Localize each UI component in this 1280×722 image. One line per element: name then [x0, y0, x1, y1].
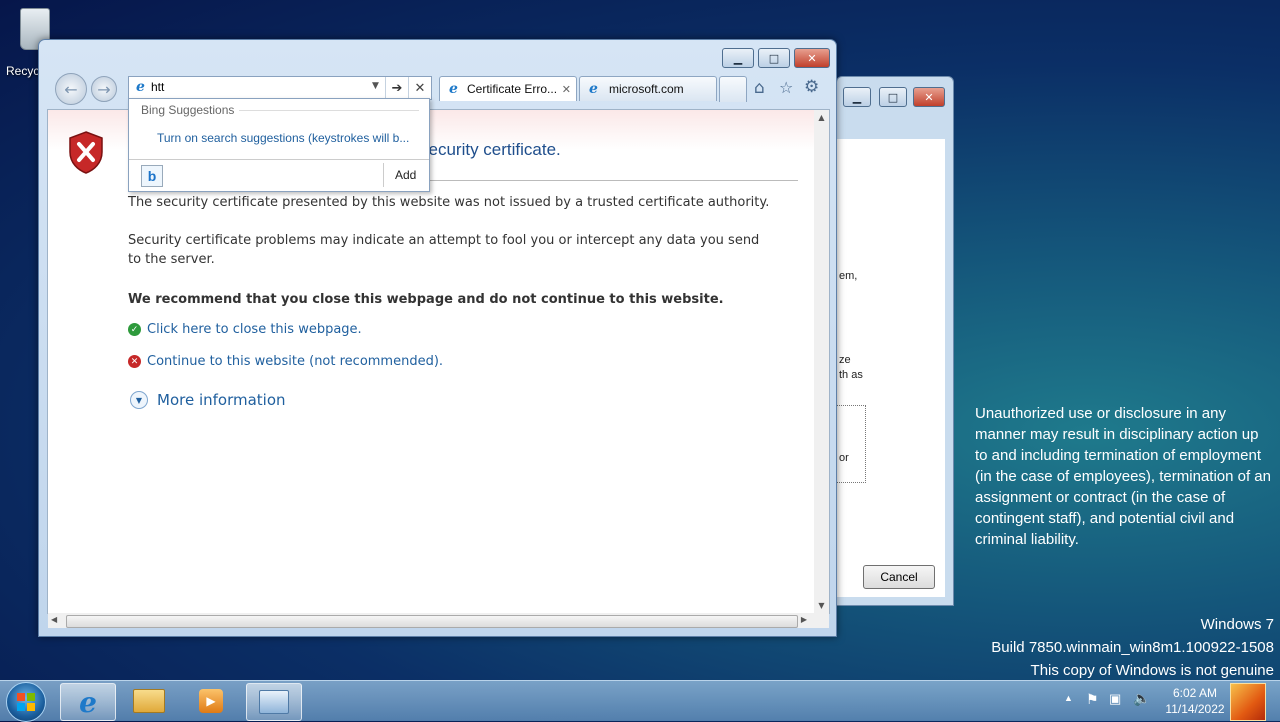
windows-logo-icon [17, 693, 35, 711]
continue-website-link[interactable]: ✕ Continue to this website (not recommen… [128, 354, 443, 369]
scroll-left-icon[interactable]: ◀ [51, 615, 57, 624]
ie-page-icon: e [136, 79, 145, 95]
page-title: security certificate. [420, 140, 561, 159]
maximize-button[interactable]: □ [879, 87, 907, 107]
horizontal-scroll-thumb[interactable] [66, 615, 798, 628]
minimize-button[interactable]: ▁ [843, 87, 871, 107]
taskbar-control-panel[interactable] [246, 683, 302, 721]
taskbar-media-player[interactable]: ▶ [184, 683, 238, 719]
scroll-right-icon[interactable]: ▶ [801, 615, 807, 624]
dropdown-arrow-icon[interactable]: ▼ [372, 81, 379, 91]
windows-watermark: Windows 7 Build 7850.winmain_win8m1.1009… [991, 613, 1274, 682]
add-provider-button[interactable]: Add [395, 168, 416, 182]
ie-page-icon: e [589, 80, 598, 97]
dialog-text-fragment: em, [839, 270, 858, 282]
clock-date: 11/14/2022 [1165, 702, 1225, 716]
horizontal-scrollbar[interactable]: ◀ ▶ [48, 613, 829, 628]
checkmark-shield-icon: ✓ [128, 323, 141, 336]
stop-icon[interactable]: ✕ [408, 77, 431, 99]
recommendation-text: We recommend that you close this webpage… [128, 292, 724, 307]
maximize-button[interactable]: □ [758, 48, 790, 68]
suggestions-header: Bing Suggestions [141, 103, 235, 117]
divider [239, 110, 419, 111]
divider [129, 159, 429, 160]
security-shield-icon [69, 131, 103, 174]
legal-notice: Unauthorized use or disclosure in any ma… [975, 405, 1271, 548]
description-text: The security certificate presented by th… [128, 195, 770, 210]
taskbar-internet-explorer[interactable]: e [60, 683, 116, 721]
tab-microsoft[interactable]: e microsoft.com [579, 76, 717, 101]
show-hidden-icons-arrow[interactable]: ▲ [1064, 693, 1073, 703]
start-button[interactable] [6, 682, 46, 722]
volume-muted-icon[interactable]: 🔈 [1133, 690, 1150, 707]
new-tab-button[interactable] [719, 76, 747, 102]
background-dialog-window[interactable]: ▁ □ ✕ em, ze th as or Cancel [836, 76, 954, 606]
vertical-scrollbar[interactable]: ▲ ▼ [814, 110, 829, 613]
divider [383, 163, 384, 187]
cancel-button[interactable]: Cancel [863, 565, 935, 589]
error-shield-icon: ✕ [128, 355, 141, 368]
control-panel-icon [259, 690, 289, 714]
clock-time: 6:02 AM [1172, 686, 1218, 700]
address-bar[interactable]: e ▼ ➔ ✕ [128, 76, 432, 100]
link-text: Click here to close this webpage. [147, 322, 362, 337]
tab-label: Certificate Erro... [467, 82, 558, 96]
internet-explorer-icon: e [79, 685, 97, 719]
close-button[interactable]: ✕ [794, 48, 830, 68]
tab-label: microsoft.com [609, 82, 684, 96]
favorites-star-icon[interactable]: ☆ [779, 78, 793, 97]
minimize-button[interactable]: ▁ [722, 48, 754, 68]
folder-icon [133, 689, 165, 713]
bing-icon[interactable]: b [141, 165, 163, 187]
dialog-text-fragment: th as [839, 369, 863, 381]
address-input[interactable] [151, 79, 371, 95]
go-arrow-icon[interactable]: ➔ [385, 77, 408, 99]
network-icon[interactable]: ▣ [1109, 691, 1121, 707]
back-arrow-icon: ← [64, 79, 78, 99]
close-button[interactable]: ✕ [913, 87, 945, 107]
scroll-up-icon[interactable]: ▲ [814, 113, 829, 122]
link-text: Continue to this website (not recommende… [147, 354, 444, 369]
windows-build: Build 7850.winmain_win8m1.100922-1508 [991, 639, 1274, 656]
dialog-body: em, ze th as or Cancel [837, 139, 945, 597]
warning-text: Security certificate problems may indica… [128, 233, 760, 267]
search-suggestions-dropdown: Bing Suggestions Turn on search suggesti… [128, 98, 430, 192]
windows-version: Windows 7 [1200, 616, 1274, 633]
genuine-notice: This copy of Windows is not genuine [1030, 662, 1274, 679]
scroll-down-icon[interactable]: ▼ [814, 601, 829, 610]
show-desktop-button[interactable] [1230, 683, 1266, 721]
dialog-text-fragment: or [839, 452, 849, 464]
ie-page-icon: e [449, 80, 458, 97]
tab-close-icon[interactable]: ✕ [562, 83, 571, 96]
forward-arrow-icon: → [97, 79, 111, 99]
browser-window[interactable]: ▁ □ ✕ ← → e ▼ ➔ ✕ e Certificate Erro... … [38, 39, 837, 637]
more-info-label: More information [157, 391, 286, 409]
media-player-icon: ▶ [199, 689, 223, 713]
tab-certificate-error[interactable]: e Certificate Erro... ✕ [439, 76, 577, 101]
back-button[interactable]: ← [55, 73, 87, 105]
forward-button[interactable]: → [91, 76, 117, 102]
recycle-bin-label: Recyc [6, 64, 40, 78]
close-webpage-link[interactable]: ✓ Click here to close this webpage. [128, 322, 362, 337]
enable-suggestions-link[interactable]: Turn on search suggestions (keystrokes w… [157, 131, 409, 145]
gear-icon[interactable]: ⚙ [804, 77, 819, 97]
taskbar-file-explorer[interactable] [122, 683, 176, 719]
home-icon[interactable]: ⌂ [754, 78, 765, 98]
dialog-text-fragment: ze [839, 354, 851, 366]
more-information-toggle[interactable]: ▼ More information [130, 391, 286, 409]
expand-chevron-icon: ▼ [130, 391, 148, 409]
dialog-text-box[interactable]: or [837, 405, 866, 483]
system-clock[interactable]: 6:02 AM 11/14/2022 [1160, 685, 1230, 717]
taskbar: e ▶ ▲ ⚑ ▣ 🔈 6:02 AM 11/14/2022 [0, 680, 1280, 722]
action-center-flag-icon[interactable]: ⚑ [1086, 691, 1099, 708]
